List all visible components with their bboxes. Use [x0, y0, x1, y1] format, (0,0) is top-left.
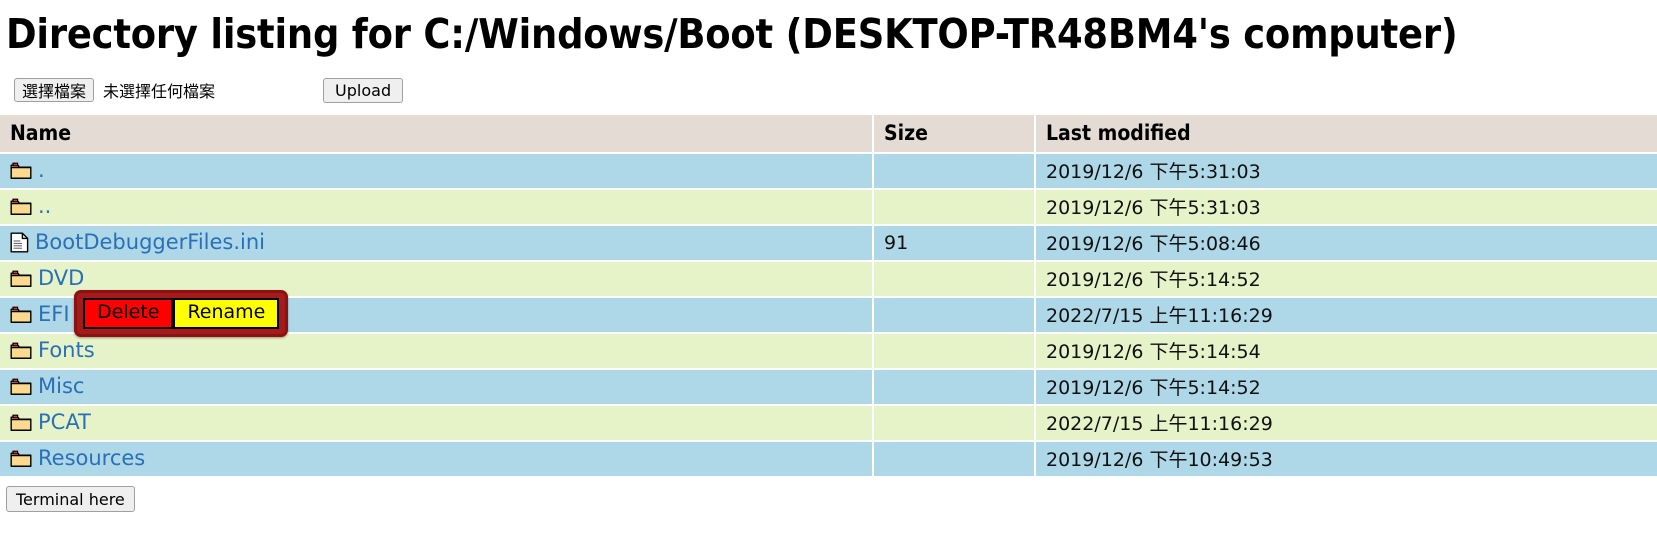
choose-file-button[interactable]: 選擇檔案	[14, 78, 95, 102]
last-modified-text: 2019/12/6 下午5:14:52	[1046, 377, 1261, 399]
file-input[interactable]: 選擇檔案 未選擇任何檔案	[14, 77, 215, 103]
cell-name[interactable]: Fonts	[0, 334, 874, 368]
column-header-last-modified[interactable]: Last modified	[1036, 115, 1657, 152]
table-header-row: Name Size Last modified	[0, 115, 1657, 152]
folder-icon	[10, 270, 32, 288]
cell-last-modified: 2019/12/6 下午5:14:54	[1036, 334, 1657, 368]
cell-last-modified: 2019/12/6 下午5:31:03	[1036, 154, 1657, 188]
size-text: 91	[884, 231, 909, 254]
last-modified-text: 2019/12/6 下午5:31:03	[1046, 197, 1261, 219]
table-row[interactable]: BootDebuggerFiles.ini 91 2019/12/6 下午5:08:…	[0, 226, 1657, 260]
cell-last-modified: 2019/12/6 下午5:14:52	[1036, 262, 1657, 296]
cell-name[interactable]: ..	[0, 190, 874, 224]
cell-last-modified: 2019/12/6 下午5:08:46	[1036, 226, 1657, 260]
cell-name[interactable]: Resources	[0, 442, 874, 476]
cell-name[interactable]: Misc	[0, 370, 874, 404]
last-modified-text: 2019/12/6 下午5:08:46	[1046, 233, 1261, 255]
last-modified-text: 2022/7/15 上午11:16:29	[1046, 305, 1273, 327]
entry-link[interactable]: PCAT	[38, 412, 91, 433]
folder-icon	[10, 378, 32, 396]
page-title: Directory listing for C:/Windows/Boot (D…	[6, 10, 1458, 58]
entry-link[interactable]: BootDebuggerFiles.ini	[35, 232, 265, 253]
entry-link[interactable]: DVD	[38, 268, 84, 289]
cell-last-modified: 2019/12/6 下午5:31:03	[1036, 190, 1657, 224]
cell-last-modified: 2022/7/15 上午11:16:29	[1036, 406, 1657, 440]
cell-size	[874, 154, 1036, 188]
table-row[interactable]: . 2019/12/6 下午5:31:03	[0, 154, 1657, 188]
name-cell: DVD	[10, 268, 872, 289]
cell-size	[874, 262, 1036, 296]
context-menu-popup: Delete Rename	[74, 290, 289, 337]
last-modified-text: 2019/12/6 下午5:14:52	[1046, 269, 1261, 291]
footer-toolbar: Terminal here	[0, 478, 1657, 512]
name-cell: .	[10, 160, 872, 181]
column-header-size[interactable]: Size	[874, 115, 1036, 152]
name-cell: ..	[10, 196, 872, 217]
table-row[interactable]: PCAT 2022/7/15 上午11:16:29	[0, 406, 1657, 440]
folder-icon	[10, 198, 32, 216]
cell-size: 91	[874, 226, 1036, 260]
rename-button[interactable]: Rename	[173, 298, 280, 329]
table-row[interactable]: Fonts 2019/12/6 下午5:14:54	[0, 334, 1657, 368]
name-cell: PCAT	[10, 412, 872, 433]
name-cell: BootDebuggerFiles.ini	[10, 232, 872, 253]
folder-icon	[10, 414, 32, 432]
delete-button[interactable]: Delete	[83, 298, 174, 329]
cell-name[interactable]: .	[0, 154, 874, 188]
entry-link[interactable]: EFI	[38, 304, 70, 325]
cell-size	[874, 406, 1036, 440]
cell-size	[874, 190, 1036, 224]
column-header-name[interactable]: Name	[0, 115, 874, 152]
last-modified-text: 2022/7/15 上午11:16:29	[1046, 413, 1273, 435]
name-cell: Misc	[10, 376, 872, 397]
entry-link[interactable]: .	[38, 160, 45, 181]
no-file-selected-label: 未選擇任何檔案	[103, 82, 216, 101]
cell-name[interactable]: BootDebuggerFiles.ini	[0, 226, 874, 260]
terminal-here-button[interactable]: Terminal here	[6, 486, 135, 512]
last-modified-text: 2019/12/6 下午5:31:03	[1046, 161, 1261, 183]
cell-last-modified: 2019/12/6 下午5:14:52	[1036, 370, 1657, 404]
name-cell: Resources	[10, 448, 872, 469]
cell-size	[874, 370, 1036, 404]
name-cell: Fonts	[10, 340, 872, 361]
cell-size	[874, 442, 1036, 476]
table-row[interactable]: Resources 2019/12/6 下午10:49:53	[0, 442, 1657, 476]
upload-button[interactable]: Upload	[323, 77, 404, 103]
last-modified-text: 2019/12/6 下午5:14:54	[1046, 341, 1261, 363]
folder-icon	[10, 306, 32, 324]
cell-last-modified: 2019/12/6 下午10:49:53	[1036, 442, 1657, 476]
cell-name[interactable]: PCAT	[0, 406, 874, 440]
entry-link[interactable]: Fonts	[38, 340, 95, 361]
upload-toolbar: 選擇檔案 未選擇任何檔案 Upload	[0, 55, 1657, 105]
entry-link[interactable]: ..	[38, 196, 51, 217]
folder-icon	[10, 342, 32, 360]
file-icon	[10, 232, 29, 253]
table-row[interactable]: Misc 2019/12/6 下午5:14:52	[0, 370, 1657, 404]
folder-icon	[10, 450, 32, 468]
cell-size	[874, 298, 1036, 332]
cell-last-modified: 2022/7/15 上午11:16:29	[1036, 298, 1657, 332]
table-row[interactable]: .. 2019/12/6 下午5:31:03	[0, 190, 1657, 224]
last-modified-text: 2019/12/6 下午10:49:53	[1046, 449, 1273, 471]
cell-size	[874, 334, 1036, 368]
entry-link[interactable]: Resources	[38, 448, 145, 469]
entry-link[interactable]: Misc	[38, 376, 84, 397]
folder-icon	[10, 162, 32, 180]
